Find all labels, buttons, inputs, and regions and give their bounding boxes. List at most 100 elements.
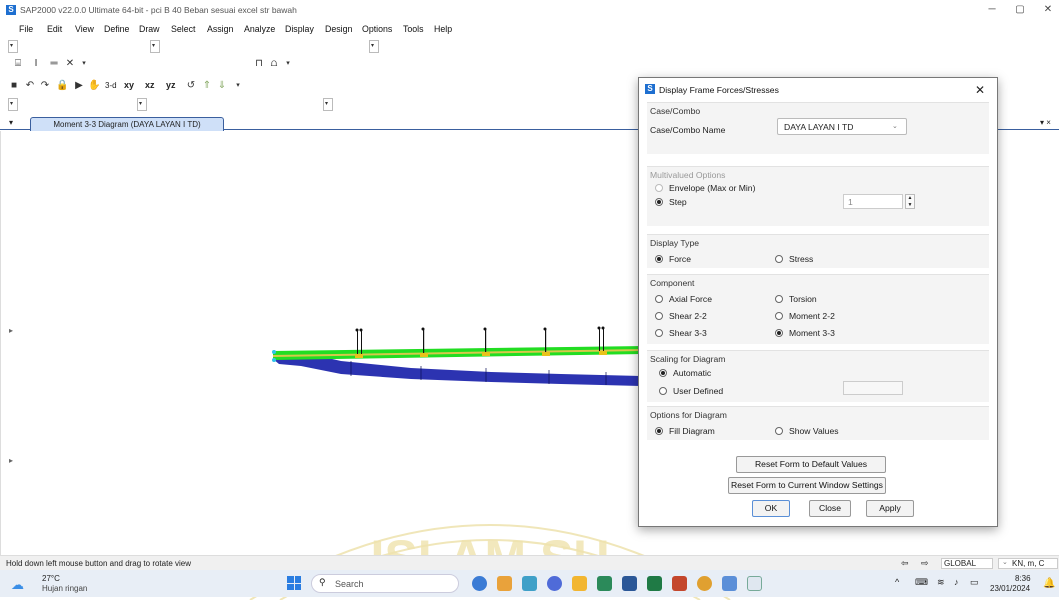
wifi-icon[interactable]: ≋ — [937, 577, 945, 588]
moment-icon[interactable]: ⩍ — [268, 58, 280, 70]
arrow-left-icon[interactable]: ⇦ — [901, 558, 909, 569]
save-icon[interactable]: ■ — [8, 80, 20, 92]
toolbar-dropdown-5[interactable]: ▾ — [137, 98, 147, 111]
toolbar-dropdown-3[interactable]: ▾ — [369, 40, 379, 53]
app-icon[interactable] — [722, 576, 737, 591]
excel-app-icon[interactable] — [647, 576, 662, 591]
chevron-up-icon[interactable]: ^ — [895, 577, 899, 587]
moment-2-2-radio[interactable] — [775, 312, 783, 320]
close-window-button[interactable]: ✕ — [1031, 0, 1059, 20]
fill-diagram-radio[interactable] — [655, 427, 663, 435]
notification-bell-icon[interactable]: 🔔 — [1043, 578, 1055, 589]
ok-button[interactable]: OK — [752, 500, 790, 517]
view-yz-button[interactable]: yz — [166, 80, 176, 90]
menu-draw[interactable]: Draw — [139, 24, 160, 34]
show-values-radio[interactable] — [775, 427, 783, 435]
automatic-radio[interactable] — [659, 369, 667, 377]
file-explorer-icon[interactable] — [572, 576, 587, 591]
taskbar-search-box[interactable]: ⚲ Search — [311, 574, 459, 593]
splitter-grip-icon[interactable]: ▸ — [9, 456, 13, 468]
torsion-radio[interactable] — [775, 295, 783, 303]
i-section-icon[interactable]: I — [30, 58, 42, 70]
reset-current-button[interactable]: Reset Form to Current Window Settings — [728, 477, 886, 494]
toolbar-dropdown-6[interactable]: ▾ — [323, 98, 333, 111]
coord-system-select[interactable]: GLOBAL — [941, 558, 993, 569]
down-arrow-icon[interactable]: ⇓ — [216, 80, 228, 92]
menu-assign[interactable]: Assign — [207, 24, 233, 34]
view-xy-button[interactable]: xy — [124, 80, 134, 90]
menu-file[interactable]: File — [19, 24, 33, 34]
windows-start-icon[interactable] — [287, 576, 301, 590]
volume-icon[interactable]: ♪ — [954, 577, 959, 587]
clock-time[interactable]: 8:36 — [1015, 574, 1031, 583]
tab-menu-icon[interactable]: ▾ — [9, 118, 13, 127]
user-defined-radio[interactable] — [659, 387, 667, 395]
run-icon[interactable]: ▶ — [73, 80, 85, 92]
weather-temperature[interactable]: 27°C — [42, 574, 60, 583]
weather-cloud-icon[interactable]: ☁ — [11, 577, 24, 593]
lock-icon[interactable]: 🔒 — [56, 80, 68, 92]
chevron-down-icon[interactable]: ▾ — [232, 80, 244, 92]
explorer-app-icon[interactable] — [497, 576, 512, 591]
store-app-icon[interactable] — [597, 576, 612, 591]
case-combo-select[interactable]: DAYA LAYAN I TD ⌄ — [777, 118, 907, 135]
menu-select[interactable]: Select — [171, 24, 195, 34]
redo-icon[interactable]: ↷ — [39, 80, 51, 92]
edge-browser-icon[interactable] — [472, 576, 487, 591]
menu-tools[interactable]: Tools — [403, 24, 424, 34]
menu-analyze[interactable]: Analyze — [244, 24, 275, 34]
menu-edit[interactable]: Edit — [47, 24, 62, 34]
step-spinner[interactable]: ▲ ▼ — [905, 194, 915, 209]
keyboard-icon[interactable]: ⌨ — [915, 577, 928, 588]
splitter-grip-icon[interactable]: ▸ — [9, 326, 13, 338]
clock-date[interactable]: 23/01/2024 — [990, 584, 1030, 593]
up-arrow-icon[interactable]: ⇑ — [201, 80, 213, 92]
hand-pan-icon[interactable]: ✋ — [88, 80, 100, 92]
tab-moment-diagram[interactable]: Moment 3-3 Diagram (DAYA LAYAN I TD) — [30, 117, 224, 131]
force-radio[interactable] — [655, 255, 663, 263]
battery-icon[interactable]: ▭ — [970, 577, 979, 588]
tab-close-icon[interactable]: ▾ × — [1040, 118, 1051, 127]
shear-3-3-radio[interactable] — [655, 329, 663, 337]
arrow-right-icon[interactable]: ⇨ — [921, 558, 929, 569]
shear-2-2-radio[interactable] — [655, 312, 663, 320]
group-title: Component — [650, 278, 695, 288]
apply-button[interactable]: Apply — [866, 500, 914, 517]
cross-section-icon[interactable]: ✕ — [64, 58, 76, 70]
chevron-down-icon[interactable]: ▾ — [78, 58, 90, 70]
chrome-app-icon[interactable] — [697, 576, 712, 591]
close-button[interactable]: Close — [809, 500, 851, 517]
menu-options[interactable]: Options — [362, 24, 392, 34]
word-app-icon[interactable] — [622, 576, 637, 591]
sap2000-taskbar-icon[interactable] — [747, 576, 762, 591]
step-input[interactable]: 1 — [843, 194, 903, 209]
rotate-icon[interactable]: ↺ — [185, 80, 197, 92]
view-xz-button[interactable]: xz — [145, 80, 155, 90]
menu-define[interactable]: Define — [104, 24, 129, 34]
scale-factor-input[interactable] — [843, 381, 903, 395]
toolbar-dropdown-4[interactable]: ▾ — [8, 98, 18, 111]
menu-help[interactable]: Help — [434, 24, 452, 34]
reset-default-button[interactable]: Reset Form to Default Values — [736, 456, 886, 473]
mail-app-icon[interactable] — [522, 576, 537, 591]
moment-3-3-radio[interactable] — [775, 329, 783, 337]
envelope-radio[interactable] — [655, 184, 663, 192]
menu-view[interactable]: View — [75, 24, 94, 34]
dialog-close-button[interactable]: ✕ — [969, 81, 991, 99]
toolbar-dropdown-2[interactable]: ▾ — [150, 40, 160, 53]
frame-icon[interactable]: ⊓ — [253, 58, 265, 70]
menu-display[interactable]: Display — [285, 24, 314, 34]
stress-radio[interactable] — [775, 255, 783, 263]
chevron-down-icon[interactable]: ▾ — [282, 58, 294, 70]
toolbar-dropdown-1[interactable]: ▾ — [8, 40, 18, 53]
powerpoint-app-icon[interactable] — [672, 576, 687, 591]
line-icon[interactable]: ═ — [48, 58, 60, 70]
teams-app-icon[interactable] — [547, 576, 562, 591]
view-3d-button[interactable]: 3-d — [105, 81, 117, 90]
menu-design[interactable]: Design — [325, 24, 352, 34]
step-radio[interactable] — [655, 198, 663, 206]
undo-icon[interactable]: ↶ — [24, 80, 36, 92]
axial-force-radio[interactable] — [655, 295, 663, 303]
units-select[interactable]: ⌄ KN, m, C — [998, 558, 1058, 569]
section-e-icon[interactable]: ⌸ — [12, 58, 24, 70]
